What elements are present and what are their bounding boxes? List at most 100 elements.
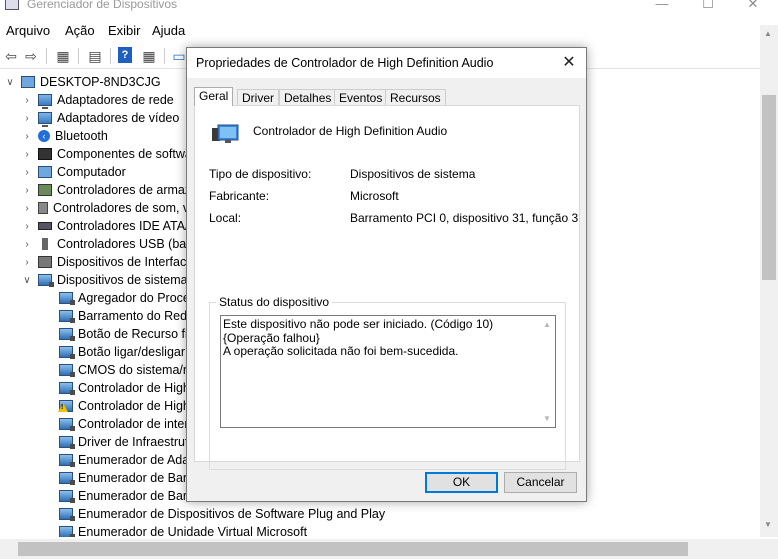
tree-category-label: Computador [57, 165, 126, 179]
tree-device-label: Botão de Recurso fix [78, 327, 195, 341]
tree-device-item[interactable]: Enumerador de Dispositivos de Software P… [59, 505, 385, 523]
system-device-icon [59, 454, 75, 467]
scroll-up-icon[interactable]: ▲ [543, 318, 551, 332]
tree-device-item[interactable]: CMOS do sistema/re [59, 361, 194, 379]
tree-device-item[interactable]: Agregador do Proce [59, 289, 190, 307]
bluetooth-icon: ‹ [38, 130, 50, 142]
tree-device-item[interactable]: Controlador de High [59, 379, 190, 397]
details-grid-icon[interactable]: ▦ [140, 47, 158, 65]
tree-category-label: Dispositivos de sistema [57, 273, 188, 287]
tree-device-label: Driver de Infraestrutu [78, 435, 196, 449]
chevron-right-icon[interactable]: › [22, 239, 32, 250]
document-icon[interactable]: ▤ [86, 47, 104, 65]
dialog-titlebar: Propriedades de Controlador de High Defi… [187, 48, 586, 78]
chevron-right-icon[interactable]: › [22, 149, 32, 160]
status-line: A operação solicitada não foi bem-sucedi… [223, 344, 459, 358]
scroll-up-icon[interactable]: ▲ [764, 29, 772, 38]
tree-category[interactable]: › Componentes de softwa [22, 145, 191, 163]
horizontal-scrollbar[interactable] [0, 539, 760, 559]
maximize-button[interactable]: ☐ [698, 0, 718, 12]
menu-acao[interactable]: Ação [65, 23, 95, 38]
chevron-right-icon[interactable]: › [22, 95, 32, 106]
tab-eventos[interactable]: Eventos [334, 89, 388, 106]
chevron-right-icon[interactable]: › [22, 167, 32, 178]
status-line: Este dispositivo não pode ser iniciado. … [223, 317, 494, 331]
help-icon[interactable]: ? [118, 47, 132, 63]
device-name: Controlador de High Definition Audio [253, 124, 448, 138]
chevron-down-icon[interactable]: ∨ [5, 77, 15, 88]
tree-device-item[interactable]: Enumerador de Barr [59, 487, 191, 505]
dialog-close-button[interactable]: ✕ [559, 52, 579, 72]
status-line: {Operação falhou} [223, 330, 320, 345]
tree-device-item[interactable]: Enumerador de Unidade Virtual Microsoft [59, 523, 307, 537]
scroll-down-icon[interactable]: ▼ [764, 520, 772, 529]
tree-device-item-warning[interactable]: Controlador de High [58, 397, 190, 415]
horizontal-scrollbar-thumb[interactable] [18, 542, 688, 556]
status-textbox-scrollbar[interactable]: ▲ ▼ [539, 316, 555, 427]
vertical-scrollbar-thumb[interactable] [762, 95, 776, 280]
cancel-button[interactable]: Cancelar [504, 472, 577, 493]
device-type-value: Dispositivos de sistema [350, 167, 476, 181]
tab-recursos[interactable]: Recursos [385, 89, 446, 106]
menu-ajuda[interactable]: Ajuda [152, 23, 185, 38]
tab-panel-geral: Controlador de High Definition Audio Tip… [194, 105, 580, 470]
vertical-scrollbar[interactable]: ▲ ▼ [760, 25, 778, 537]
tree-category[interactable]: › Adaptadores de rede [22, 91, 174, 109]
tree-category[interactable]: › Controladores IDE ATA/A [22, 217, 197, 235]
tree-device-item[interactable]: Enumerador de Adap [59, 451, 196, 469]
tree-device-label: Enumerador de Unidade Virtual Microsoft [78, 525, 308, 537]
system-device-icon [59, 508, 75, 521]
chevron-right-icon[interactable]: › [22, 113, 32, 124]
manufacturer-value: Microsoft [350, 189, 399, 203]
device-status-textbox[interactable]: Este dispositivo não pode ser iniciado. … [220, 315, 556, 428]
tree-root-computer[interactable]: ∨ DESKTOP-8ND3CJG [5, 73, 161, 91]
warning-device-icon [58, 400, 73, 412]
usb-icon [42, 238, 48, 250]
chevron-right-icon[interactable]: › [22, 185, 32, 196]
audio-controller-device-icon [212, 124, 239, 143]
tree-category[interactable]: › Controladores USB (barr [22, 235, 194, 253]
scroll-down-icon[interactable]: ▼ [543, 412, 551, 426]
chevron-right-icon[interactable]: › [22, 203, 32, 214]
tree-category[interactable]: › ‹ Bluetooth [22, 127, 108, 145]
system-device-icon [59, 436, 75, 449]
menu-exibir[interactable]: Exibir [108, 23, 141, 38]
window-titlebar: Gerenciador de Dispositivos — ☐ ✕ [0, 0, 778, 14]
tree-device-item[interactable]: Barramento do Redi [59, 307, 190, 325]
ide-controller-icon [38, 222, 52, 230]
manufacturer-label: Fabricante: [209, 189, 270, 203]
tree-root-label: DESKTOP-8ND3CJG [40, 75, 161, 89]
tree-device-label: Enumerador de Barra [78, 471, 199, 485]
menu-arquivo[interactable]: Arquivo [6, 23, 50, 38]
chevron-right-icon[interactable]: › [22, 257, 32, 268]
properties-grid-icon[interactable]: ▦ [54, 47, 72, 65]
tree-device-label: Enumerador de Adap [78, 453, 197, 467]
tree-category[interactable]: › Dispositivos de Interface [22, 253, 193, 271]
tree-category[interactable]: › Controladores de armaz [22, 181, 191, 199]
hid-icon [38, 256, 52, 268]
tab-detalhes[interactable]: Detalhes [279, 89, 337, 106]
tree-device-item[interactable]: Botão ligar/desligar [59, 343, 185, 361]
chevron-right-icon[interactable]: › [22, 221, 32, 232]
system-device-icon [59, 310, 75, 323]
tree-device-item[interactable]: Driver de Infraestrutu [59, 433, 195, 451]
network-adapter-icon [38, 94, 52, 109]
tree-device-label: Controlador de High [78, 399, 190, 413]
close-window-button[interactable]: ✕ [743, 0, 763, 12]
tree-category[interactable]: › Adaptadores de vídeo [22, 109, 179, 127]
tree-device-item[interactable]: Botão de Recurso fix [59, 325, 194, 343]
tree-device-item[interactable]: Enumerador de Barra [59, 469, 198, 487]
forward-arrow-icon[interactable]: ⇨ [22, 47, 40, 65]
minimize-button[interactable]: — [652, 0, 672, 12]
chevron-down-icon[interactable]: ∨ [22, 275, 32, 286]
tree-category[interactable]: › Computador [22, 163, 126, 181]
chevron-right-icon[interactable]: › [22, 131, 32, 142]
back-arrow-icon[interactable]: ⇦ [2, 47, 20, 65]
tree-category-system-devices[interactable]: ∨ Dispositivos de sistema [22, 271, 188, 289]
tree-category[interactable]: › Controladores de som, v [22, 199, 189, 217]
tab-driver[interactable]: Driver [237, 89, 279, 106]
ok-button[interactable]: OK [425, 472, 498, 493]
software-component-icon [38, 148, 52, 160]
tree-device-item[interactable]: Controlador de inter [59, 415, 188, 433]
tab-geral[interactable]: Geral [194, 87, 234, 106]
